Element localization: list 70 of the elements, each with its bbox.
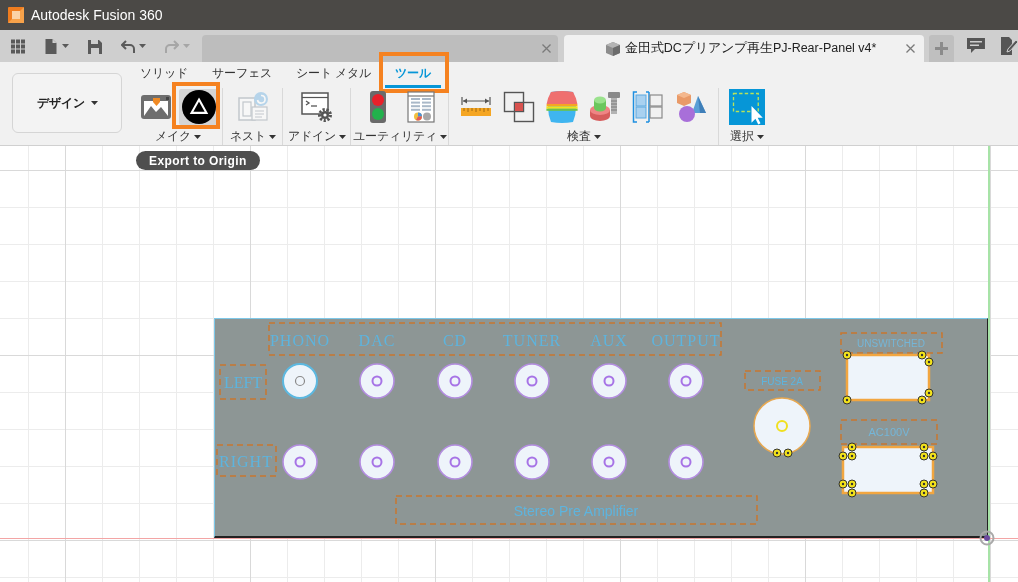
- sketch-point-icon: [838, 479, 848, 489]
- sketch-point-icon: [919, 442, 929, 452]
- group-menu-button[interactable]: ユーティリティ: [352, 129, 447, 144]
- caret-icon: [757, 134, 764, 139]
- caret-icon: [593, 134, 601, 139]
- sketch-point-icon: [928, 451, 938, 461]
- group-menu-button[interactable]: ネスト: [229, 129, 276, 144]
- input-label: PHONO: [269, 332, 331, 349]
- fuse-label: FUSE 2A: [761, 375, 803, 387]
- sketch-point-icon: [847, 479, 857, 489]
- document-tab[interactable]: 金田式DCプリアンプ再生PJ-Rear-Panel v4*: [564, 35, 925, 62]
- sketch-point-icon: [847, 488, 857, 498]
- sketch-point-icon: [917, 350, 927, 360]
- outlet-label: AC100V: [868, 426, 910, 438]
- close-icon[interactable]: [906, 44, 916, 53]
- caret-icon[interactable]: [139, 44, 146, 48]
- sketch-point-icon: [842, 395, 852, 405]
- group-menu-button[interactable]: メイク: [154, 129, 201, 144]
- ribbon-tab[interactable]: ソリッド: [130, 62, 198, 88]
- plus-icon: [935, 42, 949, 55]
- caret-icon: [193, 134, 201, 139]
- ribbon-tab[interactable]: サーフェス: [202, 62, 282, 88]
- workspace-menu-button[interactable]: デザイン: [12, 73, 122, 133]
- group-menu-button[interactable]: アドイン: [287, 129, 346, 144]
- window-title: Autodesk Fusion 360: [31, 7, 163, 23]
- sketch-point-icon: [917, 395, 927, 405]
- input-label: CD: [442, 332, 468, 349]
- sketch-point-icon: [919, 451, 929, 461]
- origin-point-icon: [979, 530, 995, 546]
- sketch-point-icon: [783, 448, 793, 458]
- sketch-point-icon: [924, 388, 934, 398]
- sketch-point-icon: [924, 357, 934, 367]
- cube-icon: [605, 41, 620, 56]
- caret-icon: [338, 134, 346, 139]
- comment-icon[interactable]: [967, 38, 986, 54]
- sketch-point-icon: [772, 448, 782, 458]
- save-icon[interactable]: [88, 38, 102, 54]
- sketch-point-icon: [838, 451, 848, 461]
- sketch-point-icon: [847, 451, 857, 461]
- caret-icon: [439, 134, 447, 139]
- new-tab-button[interactable]: [929, 35, 955, 62]
- file-icon[interactable]: [44, 38, 58, 54]
- fuse-hole: [753, 397, 811, 455]
- tooltip: Export to Origin: [136, 151, 260, 170]
- dashed-label-frame: [216, 444, 277, 477]
- caret-icon: [268, 134, 276, 139]
- input-label: AUX: [590, 332, 628, 349]
- group-menu-button[interactable]: 検査: [566, 129, 601, 144]
- outlet-label: UNSWITCHED: [857, 337, 925, 349]
- channel-label: LEFT: [223, 373, 263, 391]
- panel-title-label: Stereo Pre Amplifier: [513, 503, 639, 519]
- group-menu-button[interactable]: 選択: [730, 129, 764, 144]
- edit-document-icon[interactable]: [1001, 37, 1018, 55]
- undo-icon[interactable]: [121, 38, 135, 54]
- caret-icon: [90, 101, 98, 105]
- sketch-point-icon: [919, 479, 929, 489]
- grid-icon[interactable]: [11, 38, 25, 54]
- input-label: TUNER: [502, 332, 562, 349]
- dashed-label-frame: [219, 364, 267, 400]
- input-label: DAC: [358, 332, 396, 349]
- app-logo-icon: [8, 7, 24, 23]
- sketch-point-icon: [842, 350, 852, 360]
- sketch-point-icon: [847, 442, 857, 452]
- sketch-point-icon: [919, 488, 929, 498]
- ribbon-tab[interactable]: シート メタル: [286, 62, 382, 88]
- input-label: OUTPUT: [651, 332, 721, 349]
- close-icon[interactable]: [542, 44, 552, 53]
- sketch-point-icon: [928, 479, 938, 489]
- channel-label: RIGHT: [219, 452, 273, 470]
- caret-icon[interactable]: [62, 44, 69, 48]
